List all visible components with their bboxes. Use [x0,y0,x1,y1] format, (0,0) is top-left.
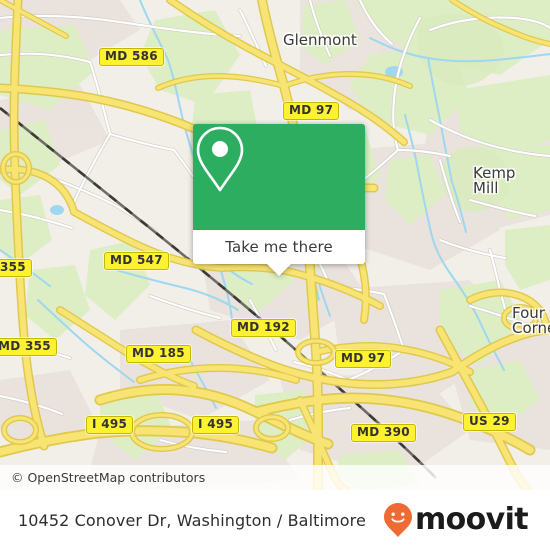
map-screenshot: Glenmont Kemp Mill Four Corner MD 586 MD… [0,0,550,550]
road-shield-md-97-south[interactable]: MD 97 [335,350,392,368]
take-me-there-button[interactable]: Take me there [225,238,333,256]
openstreetmap-attribution[interactable]: © OpenStreetMap contributors [11,470,205,485]
popup-cta-panel[interactable]: Take me there [193,230,365,264]
road-shield-md-97-north[interactable]: MD 97 [283,102,340,120]
road-shield-md-390[interactable]: MD 390 [351,424,416,442]
popup-tail-pointer [267,264,291,276]
address-label: 10452 Conover Dr, Washington / Baltimore [18,510,366,530]
road-shield-md-185[interactable]: MD 185 [126,345,191,363]
road-shield-355[interactable]: 355 [0,259,32,277]
road-shield-us-29[interactable]: US 29 [463,413,516,431]
road-shield-md-547[interactable]: MD 547 [104,252,169,270]
moovit-wordmark: moovit [414,502,529,537]
road-shield-i-495-east[interactable]: I 495 [192,416,240,434]
road-shield-md-586[interactable]: MD 586 [99,48,164,66]
road-shield-md-192[interactable]: MD 192 [231,319,296,337]
popup-pin-panel [193,124,365,230]
location-popup-card[interactable]: Take me there [193,124,365,276]
moovit-brand[interactable]: moovit [383,502,529,538]
moovit-smiley-pin-icon [383,502,413,538]
road-shield-md-355[interactable]: MD 355 [0,338,57,356]
map-attribution-bar: © OpenStreetMap contributors [0,465,550,490]
road-shield-i-495-west[interactable]: I 495 [86,416,134,434]
map-canvas[interactable]: Glenmont Kemp Mill Four Corner MD 586 MD… [0,0,550,490]
footer-bar: 10452 Conover Dr, Washington / Baltimore… [0,490,550,550]
